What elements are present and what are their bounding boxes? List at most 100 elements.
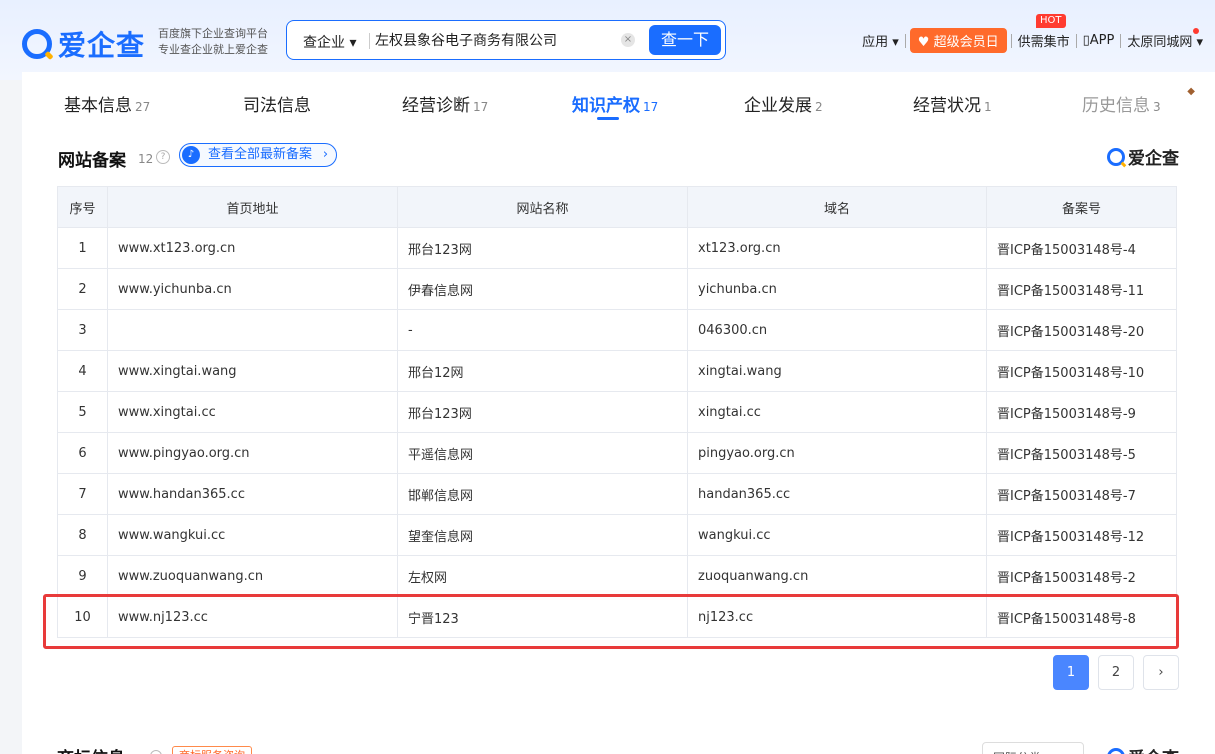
cell-homepage[interactable]: www.zuoquanwang.cn — [107, 555, 398, 597]
cell-domain: yichunba.cn — [687, 268, 987, 310]
tagline: 百度旗下企业查询平台 专业查企业就上爱企查 — [158, 26, 268, 58]
cell-domain: handan365.cc — [687, 473, 987, 515]
cell-site-name: 望奎信息网 — [397, 514, 688, 556]
cell-site-name: - — [397, 309, 688, 351]
vip-crown-icon[interactable]: ◆ — [1187, 86, 1195, 97]
pagination: 1 2 › — [1053, 655, 1179, 690]
nav-apps[interactable]: 应用 ▾ — [856, 31, 905, 50]
cell-homepage — [107, 309, 398, 351]
active-tab-indicator — [597, 117, 619, 120]
logo-text: 爱企查 — [58, 29, 146, 62]
cell-site-name: 邢台123网 — [397, 391, 688, 433]
table-row: 9 www.zuoquanwang.cn 左权网 zuoquanwang.cn 晋ICP… — [57, 555, 1177, 597]
cell-homepage[interactable]: www.pingyao.org.cn — [107, 432, 398, 474]
col-index: 序号 — [57, 186, 108, 228]
brand-text: 爱企查 — [1128, 744, 1179, 754]
tab-intellectual-property[interactable]: 知识产权 17 — [572, 91, 658, 116]
tab-history-info[interactable]: 历史信息 3 — [1082, 91, 1161, 116]
search-bar: 查企业 ▾ × 查一下 — [286, 20, 726, 60]
clear-icon[interactable]: × — [621, 33, 635, 47]
tab-count: 17 — [643, 100, 659, 114]
search-input[interactable] — [375, 27, 615, 53]
chevron-right-icon: › — [322, 147, 329, 162]
cell-homepage[interactable]: www.xingtai.wang — [107, 350, 398, 392]
next-section-title: 商标信息 — [57, 744, 125, 754]
trademark-consult-button[interactable]: 商标服务咨询 — [172, 746, 252, 754]
view-latest-filings-button[interactable]: ♪ 查看全部最新备案 › — [179, 143, 338, 167]
cell-filing-number: 晋ICP备15003148号-10 — [986, 350, 1177, 392]
tagline-line-1: 百度旗下企业查询平台 — [158, 27, 268, 40]
cell-homepage[interactable]: www.handan365.cc — [107, 473, 398, 515]
page-2-button[interactable]: 2 — [1098, 655, 1134, 690]
tab-label: 知识产权 — [572, 96, 640, 116]
nav-city[interactable]: 太原同城网 ▾ — [1121, 31, 1209, 50]
brand-watermark: 爱企查 — [1107, 744, 1179, 754]
tab-count: 1 — [984, 100, 992, 114]
cell-site-name: 邯郸信息网 — [397, 473, 688, 515]
logo-magnifier-icon — [22, 29, 52, 59]
nav-app[interactable]: ▯APP — [1077, 33, 1121, 48]
cell-homepage[interactable]: www.xt123.org.cn — [107, 227, 398, 269]
cell-filing-number: 晋ICP备15003148号-4 — [986, 227, 1177, 269]
tab-judicial-info[interactable]: 司法信息 — [243, 91, 314, 116]
help-icon[interactable]: ? — [156, 150, 170, 164]
tab-operation-status[interactable]: 经营状况 1 — [913, 91, 992, 116]
top-header: 爱企查 百度旗下企业查询平台 专业查企业就上爱企查 查企业 ▾ × 查一下 HO… — [0, 0, 1215, 80]
col-site-name: 网站名称 — [397, 186, 688, 228]
view-latest-filings-label: 查看全部最新备案 — [208, 147, 313, 162]
table-row: 3 -046300.cn 晋ICP备15003148号-20 — [57, 309, 1177, 351]
cell-filing-number: 晋ICP备15003148号-12 — [986, 514, 1177, 556]
tab-label: 经营诊断 — [402, 96, 470, 116]
tab-basic-info[interactable]: 基本信息 27 — [64, 91, 150, 116]
tagline-line-2: 专业查企业就上爱企查 — [158, 43, 268, 56]
cell-site-name: 邢台12网 — [397, 350, 688, 392]
brand-text: 爱企查 — [1128, 149, 1179, 169]
page-1-button[interactable]: 1 — [1053, 655, 1089, 690]
cell-domain: pingyao.org.cn — [687, 432, 987, 474]
col-filing-number: 备案号 — [986, 186, 1177, 228]
cell-filing-number: 晋ICP备15003148号-5 — [986, 432, 1177, 474]
table-row: 7 www.handan365.cc 邯郸信息网 handan365.cc 晋ICP备1… — [57, 473, 1177, 515]
brand-watermark: 爱企查 — [1107, 144, 1179, 169]
next-page-button[interactable]: › — [1143, 655, 1179, 690]
cell-homepage[interactable]: www.wangkui.cc — [107, 514, 398, 556]
vip-day-button[interactable]: ♥ 超级会员日 — [909, 28, 1007, 53]
row-highlight-box — [43, 594, 1179, 649]
site-logo[interactable]: 爱企查 — [22, 24, 145, 64]
nav-supply-market[interactable]: 供需集市 — [1012, 31, 1076, 50]
cell-filing-number: 晋ICP备15003148号-11 — [986, 268, 1177, 310]
website-filing-table: 序号 首页地址 网站名称 域名 备案号 1 www.xt123.org.cn 邢台1… — [57, 186, 1177, 638]
table-row: 6 www.pingyao.org.cn 平遥信息网 pingyao.org.cn 晋I… — [57, 432, 1177, 474]
cell-homepage[interactable]: www.xingtai.cc — [107, 391, 398, 433]
cell-homepage[interactable]: www.yichunba.cn — [107, 268, 398, 310]
cell-filing-number: 晋ICP备15003148号-20 — [986, 309, 1177, 351]
tab-count: 17 — [473, 100, 489, 114]
col-domain: 域名 — [687, 186, 987, 228]
hot-badge: HOT — [1036, 14, 1066, 28]
cell-index: 1 — [57, 227, 108, 269]
search-button[interactable]: 查一下 — [649, 25, 721, 55]
table-row: 4 www.xingtai.wang 邢台12网 xingtai.wang 晋ICP备1… — [57, 350, 1177, 392]
tab-development[interactable]: 企业发展 2 — [744, 91, 823, 116]
cell-domain: wangkui.cc — [687, 514, 987, 556]
table-row: 8 www.wangkui.cc 望奎信息网 wangkui.cc 晋ICP备15003… — [57, 514, 1177, 556]
cell-index: 8 — [57, 514, 108, 556]
search-type-dropdown[interactable]: 查企业 ▾ — [303, 32, 356, 52]
tab-count: 2 — [815, 100, 823, 114]
cell-site-name: 平遥信息网 — [397, 432, 688, 474]
vip-label: 超级会员日 — [933, 35, 999, 50]
section-title: 网站备案 — [58, 151, 126, 171]
tab-count: 3 — [1153, 100, 1161, 114]
search-divider — [369, 33, 370, 49]
logo-magnifier-icon — [1107, 747, 1125, 754]
table-header-row: 序号 首页地址 网站名称 域名 备案号 — [57, 186, 1177, 228]
cell-filing-number: 晋ICP备15003148号-9 — [986, 391, 1177, 433]
table-row: 2 www.yichunba.cn 伊春信息网 yichunba.cn 晋ICP备150… — [57, 268, 1177, 310]
class-filter-select[interactable]: 国际分类 — [982, 742, 1084, 754]
heart-icon: ♥ — [917, 35, 934, 50]
cell-index: 9 — [57, 555, 108, 597]
cell-index: 6 — [57, 432, 108, 474]
tab-business-diagnosis[interactable]: 经营诊断 17 — [402, 91, 488, 116]
help-icon[interactable] — [150, 750, 162, 754]
cell-domain: xt123.org.cn — [687, 227, 987, 269]
